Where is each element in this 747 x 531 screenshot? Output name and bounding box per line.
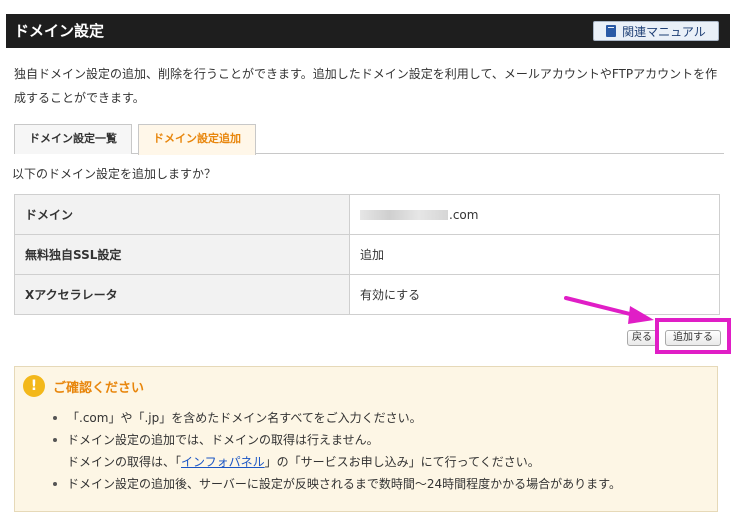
table-row: ドメイン .com	[14, 194, 720, 235]
redacted-domain-name	[360, 210, 448, 220]
notice-item: 「.com」や「.jp」を含めたドメイン名すべてをご入力ください。	[53, 407, 621, 429]
notice-item3-suffix: 」の「サービスお申し込み」にて行ってください。	[264, 455, 540, 469]
notice-list: 「.com」や「.jp」を含めたドメイン名すべてをご入力ください。 ドメイン設定…	[53, 407, 621, 495]
confirm-question: 以下のドメイン設定を追加しますか？	[12, 167, 217, 181]
related-manual-label: 関連マニュアル	[622, 24, 706, 39]
page-description: 独自ドメイン設定の追加、削除を行うことができます。追加したドメイン設定を利用して…	[14, 67, 718, 105]
warning-icon: !	[23, 375, 45, 397]
notice-item3-prefix: ドメインの取得は、「	[67, 455, 182, 469]
book-icon	[606, 25, 617, 37]
notice-item: ドメイン設定の追加では、ドメインの取得は行えません。	[53, 429, 621, 451]
tab-domain-list[interactable]: ドメイン設定一覧	[14, 124, 132, 154]
page-header: ドメイン設定 関連マニュアル	[6, 14, 730, 48]
notice-title: ご確認ください	[53, 380, 145, 396]
table-row: 無料独自SSL設定 追加	[14, 234, 720, 275]
back-button[interactable]: 戻る	[627, 330, 657, 346]
notice-header: ! ご確認ください	[23, 375, 144, 397]
add-button-highlight	[655, 318, 731, 354]
pointer-arrow-icon	[564, 296, 654, 324]
row-value-domain: .com	[349, 194, 720, 235]
notice-item-sub: ドメインの取得は、「インフォパネル」の「サービスお申し込み」にて行ってください。	[53, 451, 621, 473]
row-value-xaccelerator: 有効にする	[349, 274, 720, 315]
page-title: ドメイン設定	[14, 22, 105, 40]
tab-domain-add[interactable]: ドメイン設定追加	[138, 124, 256, 155]
row-label-xaccelerator: Xアクセラレータ	[14, 274, 350, 315]
row-label-domain: ドメイン	[14, 194, 350, 235]
tab-bar: ドメイン設定一覧 ドメイン設定追加	[14, 124, 724, 155]
notice-box: ! ご確認ください 「.com」や「.jp」を含めたドメイン名すべてをご入力くだ…	[14, 366, 718, 512]
row-label-ssl: 無料独自SSL設定	[14, 234, 350, 275]
related-manual-button[interactable]: 関連マニュアル	[593, 21, 719, 41]
row-value-ssl: 追加	[349, 234, 720, 275]
info-panel-link[interactable]: インフォパネル	[181, 455, 265, 469]
domain-suffix: .com	[449, 207, 479, 222]
notice-item: ドメイン設定の追加後、サーバーに設定が反映されるまで数時間〜24時間程度かかる場…	[53, 473, 621, 495]
